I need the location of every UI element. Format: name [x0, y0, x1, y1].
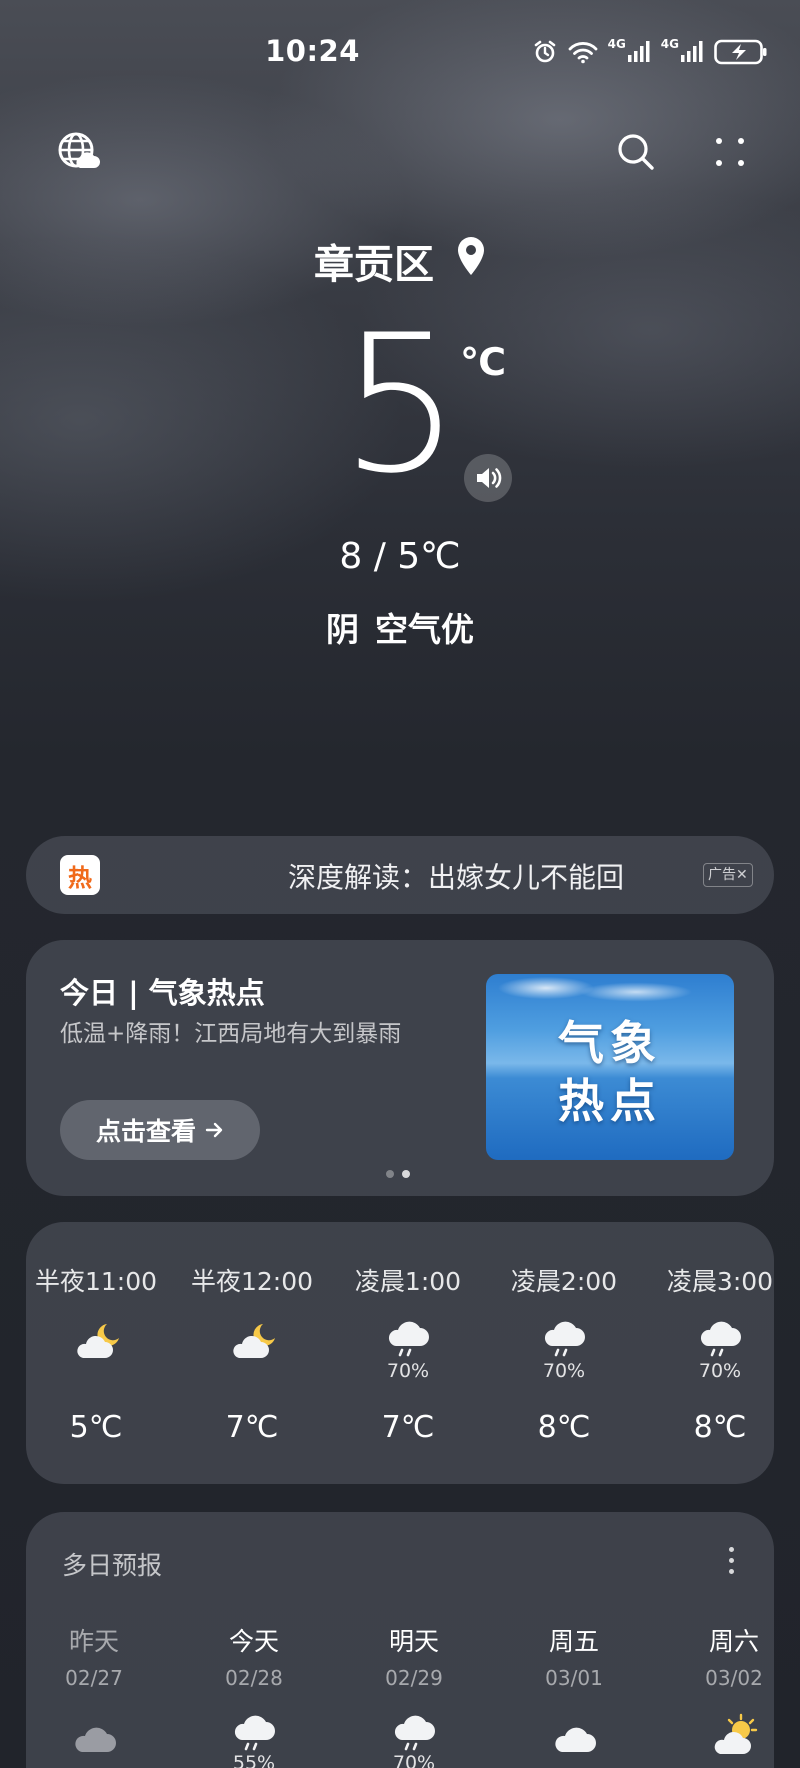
hour-time: 凌晨2:00	[510, 1267, 618, 1296]
hotspot-subtitle: 低温+降雨！江西局地有大到暴雨	[60, 1021, 402, 1047]
daily-item[interactable]: 周五 03/01	[499, 1512, 649, 1768]
signal-4g-icon: 4G	[660, 37, 704, 64]
view-details-button[interactable]: 点击查看	[60, 1100, 260, 1160]
sun-cloud-icon	[711, 1712, 759, 1758]
network-label: 4G	[607, 37, 626, 51]
more-dots-icon[interactable]	[708, 130, 752, 174]
cloud-icon	[551, 1712, 599, 1758]
hour-time: 半夜11:00	[34, 1267, 158, 1296]
temperature-range: 8 / 5℃	[339, 536, 461, 577]
day-name: 今天	[228, 1627, 279, 1656]
image-text-line1: 气象	[558, 1016, 662, 1070]
rain-cloud-icon	[541, 1318, 589, 1364]
temperature-unit: ℃	[460, 340, 507, 384]
precipitation-probability: 70%	[392, 1752, 436, 1768]
globe-cloud-icon[interactable]	[56, 130, 100, 174]
rain-cloud-icon	[385, 1318, 433, 1364]
daily-item[interactable]: 明天 02/29 70%	[339, 1512, 489, 1768]
alarm-icon	[532, 39, 558, 65]
speaker-icon	[477, 468, 502, 488]
hot-badge: 热	[60, 855, 100, 895]
day-date: 02/28	[225, 1666, 283, 1690]
carousel-dot	[386, 1170, 394, 1178]
signal-4g-icon: 4G	[607, 37, 651, 64]
rain-cloud-icon	[697, 1318, 745, 1364]
weather-hotspot-card[interactable]: 今日 | 气象热点 低温+降雨！江西局地有大到暴雨 点击查看 气象 热点	[26, 940, 774, 1196]
precipitation-probability: 70%	[386, 1360, 430, 1382]
hour-temperature: 7℃	[381, 1410, 435, 1445]
daily-item[interactable]: 今天 02/28 55%	[179, 1512, 329, 1768]
hotspot-title: 今日 | 气象热点	[60, 976, 265, 1010]
ad-headline[interactable]: 深度解读：出嫁女儿不能回	[288, 856, 624, 896]
arrow-right-icon	[205, 1122, 223, 1138]
location-name: 章贡区	[314, 242, 435, 288]
day-date: 02/27	[65, 1666, 123, 1690]
day-date: 02/29	[385, 1666, 443, 1690]
top-action-bar	[0, 130, 800, 174]
daily-forecast-card[interactable]: 多日预报 昨天 02/27 今天 02/28 55% 明天 02/29 70% …	[26, 1512, 774, 1768]
moon-cloud-icon	[229, 1318, 277, 1364]
precipitation-probability: 70%	[698, 1360, 742, 1382]
day-name: 明天	[388, 1627, 439, 1656]
day-date: 03/02	[705, 1666, 763, 1690]
battery-charging-icon	[714, 38, 768, 66]
current-temperature: 5	[340, 294, 461, 515]
moon-cloud-icon	[73, 1318, 121, 1364]
image-clouds	[486, 974, 734, 1014]
wifi-icon	[568, 40, 598, 64]
hour-temperature: 7℃	[225, 1410, 279, 1445]
daily-item[interactable]: 周六 03/02	[659, 1512, 774, 1768]
location-label[interactable]: 章贡区	[0, 232, 800, 290]
hourly-item: 凌晨3:00 70% 8℃	[645, 1222, 774, 1484]
ad-close-tag[interactable]: 广告✕	[703, 863, 753, 887]
network-label: 4G	[660, 37, 679, 51]
search-icon[interactable]	[614, 130, 658, 174]
day-name: 昨天	[68, 1627, 119, 1656]
carousel-indicator	[386, 1170, 410, 1178]
carousel-dot-active	[402, 1170, 410, 1178]
hour-temperature: 5℃	[69, 1410, 123, 1445]
hour-time: 凌晨3:00	[666, 1267, 774, 1296]
ad-banner[interactable]: 热 深度解读：出嫁女儿不能回 广告✕	[26, 836, 774, 914]
air-quality[interactable]: 空气优	[375, 610, 474, 649]
hourly-forecast-card[interactable]: 半夜11:00 5℃ 半夜12:00 7℃ 凌晨1:00 70% 7℃ 凌晨2:…	[26, 1222, 774, 1484]
precipitation-probability: 55%	[232, 1752, 276, 1768]
day-name: 周五	[548, 1627, 599, 1656]
day-name: 周六	[708, 1627, 759, 1656]
hour-temperature: 8℃	[693, 1410, 747, 1445]
hourly-item: 凌晨2:00 70% 8℃	[489, 1222, 639, 1484]
condition-line: 阴空气优	[0, 603, 800, 651]
weather-condition: 阴	[326, 610, 359, 649]
hour-time: 半夜12:00	[190, 1267, 314, 1296]
hourly-item: 凌晨1:00 70% 7℃	[333, 1222, 483, 1484]
hourly-item: 半夜11:00 5℃	[26, 1222, 171, 1484]
daily-item[interactable]: 昨天 02/27	[26, 1512, 169, 1768]
status-bar: 10:24 4G 4G	[0, 0, 800, 106]
status-icons: 4G 4G	[532, 37, 768, 66]
location-pin-icon	[456, 236, 486, 286]
hourly-item: 半夜12:00 7℃	[177, 1222, 327, 1484]
image-text-line2: 热点	[558, 1074, 662, 1128]
precipitation-probability: 70%	[542, 1360, 586, 1382]
view-details-label: 点击查看	[95, 1117, 196, 1146]
speaker-button[interactable]	[464, 454, 512, 502]
hotspot-image-text: 气象 热点	[486, 1014, 734, 1130]
hour-temperature: 8℃	[537, 1410, 591, 1445]
cloud-icon	[71, 1712, 119, 1758]
hotspot-image[interactable]: 气象 热点	[486, 974, 734, 1160]
day-date: 03/01	[545, 1666, 603, 1690]
hour-time: 凌晨1:00	[354, 1267, 462, 1296]
